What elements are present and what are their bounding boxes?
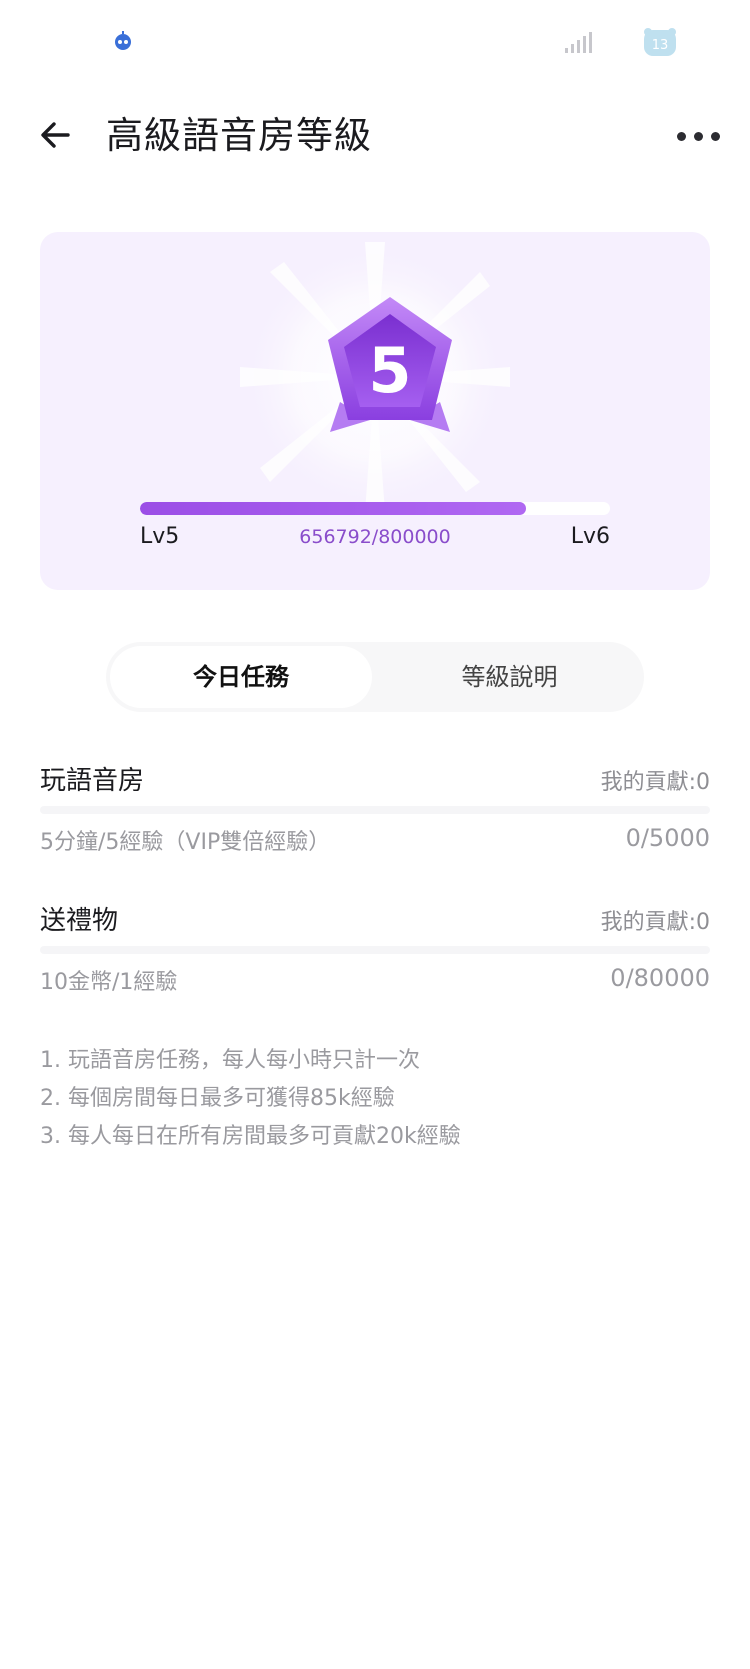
level-card: 5 Lv5 656792/800000 Lv6 [40,232,710,590]
task-progress: 0/5000 [625,824,710,852]
task-progress: 0/80000 [610,964,710,992]
note-item: 2. 每個房間每日最多可獲得85k經驗 [40,1086,395,1111]
task-progress-bar [40,946,710,954]
header: 高級語音房等級 [0,90,750,190]
robot-icon [115,31,131,50]
task-title: 玩語音房 [40,766,145,796]
tab-bar: 今日任務 等級說明 [106,642,644,712]
note-item: 1. 玩語音房任務，每人每小時只計一次 [40,1048,420,1073]
tab-level-info[interactable]: 等級說明 [375,642,644,712]
level-progress-bar [140,502,610,515]
level-number: 5 [368,334,411,407]
note-item: 3. 每人每日在所有房間最多可貢獻20k經驗 [40,1124,461,1149]
back-arrow-icon [41,122,70,148]
page-title: 高級語音房等級 [106,114,372,157]
battery-level: 13 [652,38,669,53]
tab-daily-tasks[interactable]: 今日任務 [110,646,372,708]
more-icon-dot [693,131,703,141]
rules-notes: 1. 玩語音房任務，每人每小時只計一次 2. 每個房間每日最多可獲得85k經驗 … [40,1042,461,1156]
task-title: 送禮物 [40,906,119,936]
signal-icon [565,32,592,53]
back-button[interactable] [30,110,80,160]
task-contribution: 我的貢獻:0 [600,910,710,935]
more-icon [676,131,686,141]
task-description: 5分鐘/5經驗（VIP雙倍經驗） [40,830,331,855]
battery-icon: 13 [642,26,678,58]
more-icon-dot [710,131,720,141]
level-badge-icon: 5 [328,297,452,432]
next-level-label: Lv6 [570,524,610,549]
task-contribution: 我的貢獻:0 [600,770,710,795]
task-progress-bar [40,806,710,814]
more-button[interactable] [668,116,728,156]
status-bar: 13 [0,0,750,90]
level-progress-fill [140,502,526,515]
task-description: 10金幣/1經驗 [40,970,178,995]
